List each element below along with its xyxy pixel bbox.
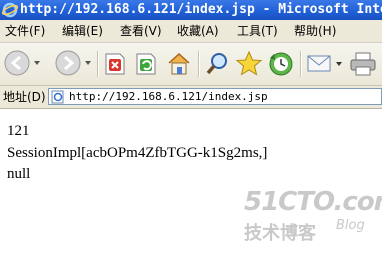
page-content: 121 SessionImpl[acbOPm4ZfbTGG-k1Sg2ms,] …: [0, 109, 382, 254]
ie-icon: [2, 2, 18, 18]
address-bar: 地址(D) http://192.168.6.121/index.jsp: [0, 86, 382, 109]
menu-view[interactable]: 查看(V): [120, 23, 162, 39]
favorites-icon[interactable]: [235, 50, 263, 78]
refresh-icon[interactable]: [135, 52, 157, 76]
toolbar-separator: [97, 51, 99, 77]
watermark-blog: Blog: [336, 218, 365, 233]
print-icon[interactable]: [349, 51, 377, 77]
content-line-session: SessionImpl[acbOPm4ZfbTGG-k1Sg2ms,]: [7, 145, 268, 161]
title-bar: http://192.168.6.121/index.jsp - Microso…: [0, 0, 382, 20]
toolbar-separator: [198, 51, 200, 77]
stop-icon[interactable]: [104, 52, 126, 76]
mail-icon[interactable]: [306, 52, 334, 76]
ie-page-icon: [51, 90, 64, 104]
content-line-number: 121: [7, 123, 30, 139]
search-icon[interactable]: [204, 50, 232, 78]
content-line-null: null: [7, 166, 31, 182]
menu-help[interactable]: 帮助(H): [294, 23, 336, 39]
watermark-subtitle: 技术博客: [244, 223, 316, 244]
forward-icon[interactable]: [54, 49, 82, 77]
toolbar: [0, 43, 382, 86]
address-url[interactable]: http://192.168.6.121/index.jsp: [69, 89, 268, 104]
back-icon[interactable]: [3, 49, 31, 77]
watermark-brand: 51CTO.com: [244, 187, 382, 217]
address-input[interactable]: http://192.168.6.121/index.jsp: [48, 88, 382, 105]
menu-edit[interactable]: 编辑(E): [62, 23, 103, 39]
menu-bar: 文件(F) 编辑(E) 查看(V) 收藏(A) 工具(T) 帮助(H): [0, 20, 382, 43]
mail-dropdown-icon[interactable]: [335, 60, 343, 68]
history-icon[interactable]: [267, 50, 295, 78]
address-label: 地址(D): [3, 90, 46, 104]
menu-file[interactable]: 文件(F): [5, 23, 45, 39]
back-dropdown-icon[interactable]: [33, 59, 41, 67]
forward-dropdown-icon[interactable]: [84, 59, 92, 67]
window-title: http://192.168.6.121/index.jsp - Microso…: [20, 2, 382, 17]
menu-favorites[interactable]: 收藏(A): [177, 23, 219, 39]
home-icon[interactable]: [166, 51, 192, 77]
toolbar-separator: [300, 51, 302, 77]
menu-tools[interactable]: 工具(T): [237, 23, 278, 39]
